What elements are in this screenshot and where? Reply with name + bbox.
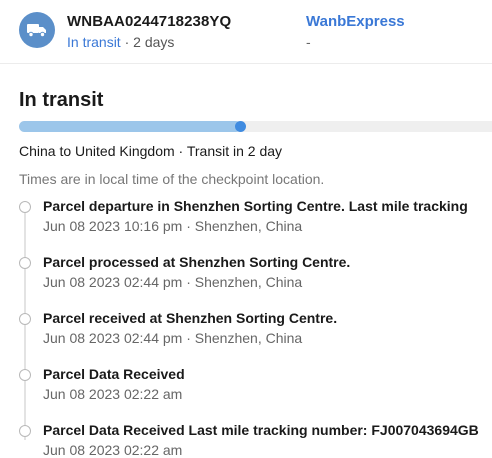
transit-days: · 2 days bbox=[120, 34, 175, 50]
timeline-dot bbox=[19, 201, 31, 213]
timeline-event: Parcel received at Shenzhen Sorting Cent… bbox=[0, 302, 492, 358]
truck-icon bbox=[19, 12, 55, 48]
event-title: Parcel received at Shenzhen Sorting Cent… bbox=[43, 310, 338, 326]
shipment-header: WNBAA0244718238YQ In transit · 2 days Wa… bbox=[0, 0, 492, 64]
event-meta: Jun 08 2023 02:22 am bbox=[43, 386, 183, 402]
progress-marker bbox=[235, 121, 247, 132]
tracking-number[interactable]: WNBAA0244718238YQ bbox=[67, 13, 231, 30]
timeline-event: Parcel departure in Shenzhen Sorting Cen… bbox=[0, 190, 492, 246]
timeline-dot bbox=[19, 369, 31, 381]
timeline-event: Parcel processed at Shenzhen Sorting Cen… bbox=[0, 246, 492, 302]
event-meta: Jun 08 2023 02:22 am bbox=[43, 442, 183, 458]
status-title: In transit bbox=[19, 89, 104, 111]
event-title: Parcel departure in Shenzhen Sorting Cen… bbox=[43, 198, 468, 214]
carrier-link[interactable]: WanbExpress bbox=[306, 13, 405, 30]
event-title: Parcel processed at Shenzhen Sorting Cen… bbox=[43, 254, 351, 270]
timeline-dot bbox=[19, 313, 31, 325]
timeline-event: Parcel Data Received Jun 08 2023 02:22 a… bbox=[0, 358, 492, 414]
carrier-subtext: - bbox=[306, 34, 311, 50]
event-meta: Jun 08 2023 02:44 pm · Shenzhen, China bbox=[43, 330, 303, 346]
timeline-event: Parcel Data Received Last mile tracking … bbox=[0, 414, 492, 458]
event-meta: Jun 08 2023 10:16 pm · Shenzhen, China bbox=[43, 218, 303, 234]
event-title: Parcel Data Received bbox=[43, 366, 185, 382]
shipment-status-link[interactable]: In transit bbox=[67, 34, 121, 50]
progress-bar bbox=[19, 121, 492, 132]
timezone-note: Times are in local time of the checkpoin… bbox=[19, 171, 325, 187]
shipment-sub-status: In transit · 2 days bbox=[67, 34, 174, 50]
route-summary: China to United Kingdom · Transit in 2 d… bbox=[19, 143, 283, 159]
progress-fill bbox=[19, 121, 242, 132]
timeline-dot bbox=[19, 257, 31, 269]
event-meta: Jun 08 2023 02:44 pm · Shenzhen, China bbox=[43, 274, 303, 290]
event-title: Parcel Data Received Last mile tracking … bbox=[43, 422, 479, 438]
timeline-dot bbox=[19, 425, 31, 437]
